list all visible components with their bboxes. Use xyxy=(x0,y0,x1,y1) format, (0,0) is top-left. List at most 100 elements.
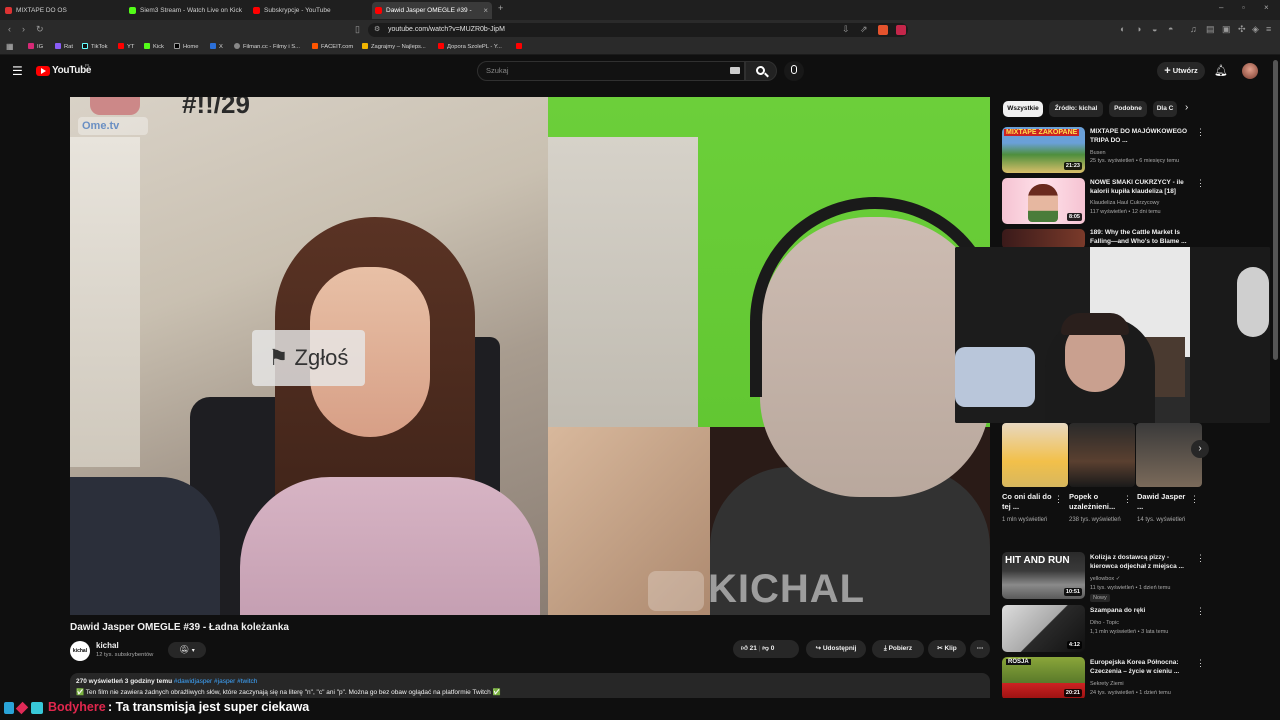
vpn-icon[interactable]: ◈ xyxy=(1252,24,1259,35)
recommended-title[interactable]: Szampana do ręki xyxy=(1090,607,1190,616)
recommended-channel[interactable]: Diho - Topic xyxy=(1090,619,1210,627)
extension-icon[interactable]: ◓ xyxy=(1168,24,1173,34)
search-input[interactable]: Szukaj xyxy=(477,61,745,81)
short-title[interactable]: Co oni dali do tej ... xyxy=(1002,492,1058,512)
recommended-thumbnail[interactable]: 8:05 xyxy=(1002,178,1085,224)
chevron-right-icon[interactable]: › xyxy=(1191,440,1209,458)
recommended-title[interactable]: NOWE SMAKI CUKRZYCY - ile kalorii kupiła… xyxy=(1090,179,1190,196)
chip-all[interactable]: Wszystkie xyxy=(1003,101,1043,117)
recommended-title[interactable]: Kolizja z dostawcą pizzy - kierowca odje… xyxy=(1090,554,1190,571)
sidebar-toggle-icon[interactable]: ▤ xyxy=(1206,24,1215,35)
more-actions-button[interactable]: ⋯ xyxy=(970,640,990,658)
more-vertical-icon[interactable]: ⋮ xyxy=(1196,178,1205,189)
like-button[interactable]: 👍︎ 21 xyxy=(741,645,757,652)
more-vertical-icon[interactable]: ⋮ xyxy=(1196,658,1205,669)
recommended-channel[interactable]: Klaudeliza Haul Cukrzycowy xyxy=(1090,199,1210,207)
bookmark-szole[interactable]: Доpora SzolePL - Y... xyxy=(438,42,502,52)
forward-icon[interactable]: › xyxy=(22,24,25,34)
extensions-puzzle-icon[interactable]: ✣ xyxy=(1238,24,1246,35)
channel-avatar[interactable]: kichal xyxy=(70,641,90,661)
keyboard-icon[interactable] xyxy=(730,67,740,74)
address-bar[interactable]: youtube.com/watch?v=MUZR0b-JipM xyxy=(368,23,908,37)
more-vertical-icon[interactable]: ⋮ xyxy=(1123,494,1132,505)
clip-button[interactable]: ✂ Klip xyxy=(928,640,966,658)
recommended-thumbnail[interactable]: 4:12 xyxy=(1002,605,1085,652)
download-button[interactable]: ⤓ Pobierz xyxy=(872,640,924,658)
short-title[interactable]: Popek o uzależnieni... xyxy=(1069,492,1125,512)
more-vertical-icon[interactable]: ⋮ xyxy=(1054,494,1063,505)
recommended-thumbnail[interactable]: ROSJA 20:21 xyxy=(1002,657,1085,700)
brave-rewards-icon[interactable] xyxy=(896,25,906,35)
bookmark-yt[interactable]: YT xyxy=(118,42,134,52)
extension-icon[interactable]: ◐ xyxy=(1120,24,1125,34)
recommended-title[interactable]: 189: Why the Cattle Market Is Falling—an… xyxy=(1090,229,1190,247)
browser-tab-1[interactable]: MIXTAPE DO OS xyxy=(2,2,120,19)
chevron-right-icon[interactable]: › xyxy=(1185,102,1188,113)
bookmark-kick[interactable]: Kick xyxy=(144,42,164,52)
more-vertical-icon[interactable]: ⋮ xyxy=(1196,553,1205,564)
close-window-icon[interactable]: × xyxy=(1264,3,1269,12)
report-button[interactable]: ⚑ Zgłoś xyxy=(252,330,365,386)
notifications-bell-icon[interactable]: 🔔︎ xyxy=(1214,64,1228,77)
avatar[interactable] xyxy=(1242,63,1258,79)
recommended-title[interactable]: Europejska Korea Północna: Czeczenia – ż… xyxy=(1090,659,1190,676)
scrollbar[interactable] xyxy=(1273,60,1278,360)
channel-name[interactable]: kichal xyxy=(96,641,119,650)
maximize-icon[interactable]: ▫ xyxy=(1242,3,1245,12)
reload-icon[interactable]: ↻ xyxy=(36,24,44,35)
back-icon[interactable]: ‹ xyxy=(8,24,11,34)
menu-icon[interactable]: ≡ xyxy=(1266,24,1271,34)
short-thumbnail[interactable] xyxy=(1069,423,1135,487)
bookmark-yt-extra[interactable] xyxy=(516,42,525,52)
more-vertical-icon[interactable]: ⋮ xyxy=(1196,606,1205,617)
chip-for-you[interactable]: Dla C xyxy=(1153,101,1177,117)
hamburger-menu-icon[interactable]: ☰ xyxy=(12,64,23,78)
recommended-channel[interactable]: yellowbox ✓ xyxy=(1090,575,1210,583)
recommended-channel[interactable]: Sekrety Ziemi xyxy=(1090,680,1210,688)
download-icon[interactable]: ⇩ xyxy=(842,24,850,35)
extension-icon[interactable]: ◑ xyxy=(1136,24,1141,34)
short-thumbnail[interactable] xyxy=(1002,423,1068,487)
bookmark-home[interactable]: Home xyxy=(174,42,198,52)
subscribed-notifications-button[interactable]: 🔕︎ ▾ xyxy=(168,642,206,658)
search-button[interactable] xyxy=(745,61,777,81)
media-icon[interactable]: ♫ xyxy=(1190,24,1197,34)
share-icon[interactable]: ⇗ xyxy=(860,24,868,35)
voice-search-button[interactable] xyxy=(784,61,804,81)
wallet-icon[interactable]: ▣ xyxy=(1222,24,1231,35)
description-hashtags[interactable]: #dawidjasper #jasper #twitch xyxy=(174,678,257,685)
bookmark-rat[interactable]: Rat xyxy=(55,42,73,52)
chip-from-channel[interactable]: Źródło: kichal xyxy=(1049,101,1103,117)
share-button[interactable]: ↪ Udostępnij xyxy=(806,640,866,658)
bookmark-zagrajmy[interactable]: Zagrajmy – Najleps... xyxy=(362,42,426,52)
dislike-button[interactable]: 👎︎ 0 xyxy=(762,645,774,652)
new-tab-icon[interactable]: + xyxy=(498,3,503,13)
bookmark-x[interactable]: X xyxy=(210,42,223,52)
more-vertical-icon[interactable]: ⋮ xyxy=(1196,127,1205,138)
recommended-title[interactable]: MIXTAPE DO MAJÓWKOWEGO TRIPA DO ... xyxy=(1090,128,1190,145)
short-title[interactable]: Dawid Jasper ... xyxy=(1137,492,1193,512)
minimize-icon[interactable]: – xyxy=(1219,3,1223,12)
bookmark-icon[interactable]: ▯ xyxy=(355,24,360,35)
site-info-icon[interactable]: ⚙ xyxy=(374,25,380,33)
bookmark-tiktok[interactable]: TikTok xyxy=(82,42,108,52)
close-tab-icon[interactable]: × xyxy=(483,2,488,19)
brave-shield-icon[interactable] xyxy=(878,25,888,35)
more-vertical-icon[interactable]: ⋮ xyxy=(1190,494,1199,505)
extension-icon[interactable]: ◒ xyxy=(1152,24,1157,34)
recommended-thumbnail[interactable] xyxy=(1002,229,1085,249)
recommended-thumbnail[interactable]: MIXTAPE ZAKOPANE 21:23 xyxy=(1002,127,1085,173)
recommended-channel[interactable]: Busen xyxy=(1090,149,1210,157)
video-player[interactable]: #!!/29 Ome.tv ⚑ Zgłoś KICHAL xyxy=(70,97,990,615)
youtube-logo-icon[interactable] xyxy=(36,66,50,76)
bookmark-ig[interactable]: IG xyxy=(28,42,43,52)
browser-tab-active[interactable]: Dawid Jasper OMEGLE #39 - × xyxy=(372,2,492,19)
browser-tab-3[interactable]: Subskrypcje - YouTube xyxy=(250,2,368,19)
chip-related[interactable]: Podobne xyxy=(1109,101,1147,117)
short-thumbnail[interactable] xyxy=(1136,423,1202,487)
create-button[interactable]: + Utwórz xyxy=(1157,62,1205,80)
recommended-thumbnail[interactable]: HIT AND RUN 10:51 xyxy=(1002,552,1085,599)
bookmark-filman[interactable]: Filman.cc - Filmy i S... xyxy=(234,42,300,52)
bookmark-faceit[interactable]: FACEIT.com xyxy=(312,42,353,52)
browser-tab-2[interactable]: Siem3 Stream - Watch Live on Kick xyxy=(126,2,244,19)
